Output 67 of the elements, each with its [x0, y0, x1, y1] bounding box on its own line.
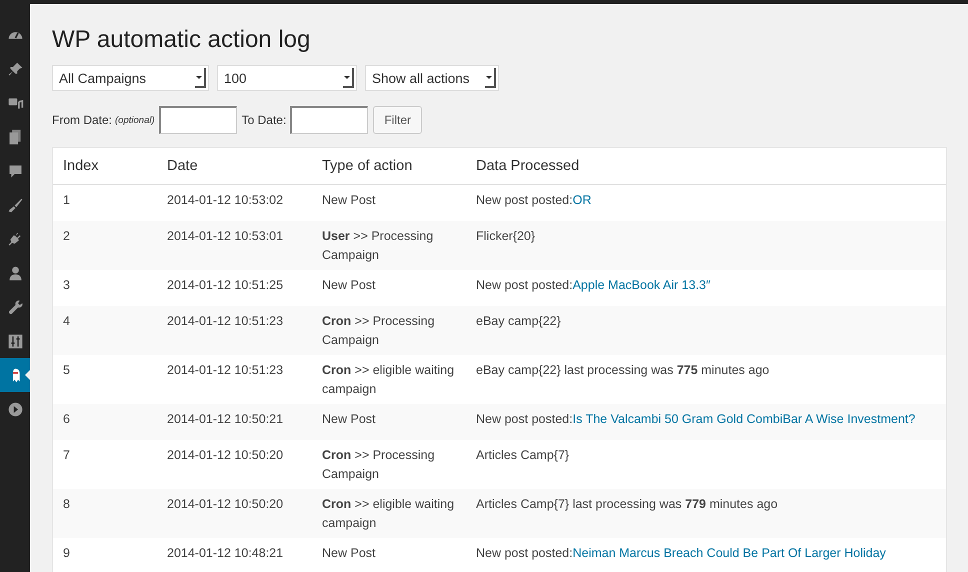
date-input[interactable]	[290, 106, 368, 134]
post-link[interactable]: Is The Valcambi 50 Gram Gold CombiBar A Wise Investment?	[572, 412, 916, 426]
pin-icon	[6, 60, 24, 78]
caret-icon	[485, 68, 496, 88]
dropdown-select[interactable]: All Campaigns	[52, 65, 209, 91]
action-type-text: New Post	[322, 193, 376, 207]
post-link[interactable]: OR	[572, 193, 592, 207]
caret-icon	[343, 68, 354, 88]
optional-hint: (optional)	[115, 114, 155, 126]
index-text: 1	[63, 193, 70, 207]
dropdown-select[interactable]: 100	[217, 65, 357, 91]
data-text: Articles Camp{7}	[476, 448, 570, 462]
action-type-text: New Post	[322, 278, 376, 292]
post-link[interactable]: Neiman Marcus Breach Could Be Part Of Larger Holiday	[572, 546, 886, 560]
filter-button[interactable]: Filter	[373, 106, 422, 134]
person-icon	[6, 264, 24, 282]
data-text: Articles Camp{7} last processing was 779 minutes ago	[476, 497, 778, 511]
date-text: 2014-01-12 10:51:25	[167, 278, 284, 292]
data-text: New post posted:Apple MacBook Air 13.3″	[476, 278, 710, 292]
date-text: 2014-01-12 10:51:23	[167, 314, 284, 328]
index-text: 9	[63, 546, 70, 560]
index-text: 3	[63, 278, 70, 292]
index-text: 8	[63, 497, 70, 511]
date-input[interactable]	[158, 106, 237, 134]
index-text: 7	[63, 448, 70, 462]
date-text: 2014-01-12 10:53:02	[167, 193, 284, 207]
column-header: Data Processed	[475, 157, 580, 176]
index-text: 2	[63, 229, 70, 243]
date-text: 2014-01-12 10:53:01	[167, 229, 284, 243]
action-type-text: New Post	[322, 412, 376, 426]
action-type-text: New Post	[322, 546, 376, 560]
data-text: eBay camp{22} last processing was 775 minutes ago	[476, 363, 770, 377]
plug-icon	[6, 230, 24, 248]
pages-icon	[6, 128, 24, 146]
index-text: 5	[63, 363, 70, 377]
index-text: 6	[63, 412, 70, 426]
data-text: eBay camp{22}	[476, 314, 561, 328]
date-text: 2014-01-12 10:48:21	[167, 546, 284, 560]
dropdown-select[interactable]: Show all actions	[365, 65, 499, 91]
page-title: WP automatic action log	[52, 26, 312, 54]
data-text: New post posted:OR	[476, 193, 592, 207]
data-text: Flicker{20}	[476, 229, 536, 243]
column-header: Date	[166, 157, 199, 176]
date-label: From Date:	[52, 113, 112, 127]
date-text: 2014-01-12 10:50:20	[167, 448, 284, 462]
action-type-text: Cron >> Processing Campaign	[322, 314, 435, 347]
date-text: 2014-01-12 10:50:21	[167, 412, 284, 426]
action-type-text: User >> Processing Campaign	[322, 229, 434, 262]
date-label: To Date:	[242, 113, 286, 127]
speech-bubble-icon	[6, 162, 24, 180]
data-text: New post posted:Neiman Marcus Breach Could Be Part Of Larger Holiday	[476, 546, 886, 560]
action-type-text: Cron >> Processing Campaign	[322, 448, 435, 481]
date-text: 2014-01-12 10:51:23	[167, 363, 284, 377]
wrench-icon	[6, 298, 24, 316]
data-text: New post posted:Is The Valcambi 50 Gram Gold CombiBar A Wise Investment?	[476, 412, 916, 426]
caret-icon	[195, 68, 206, 88]
post-link[interactable]: Apple MacBook Air 13.3″	[572, 278, 710, 292]
date-text: 2014-01-12 10:50:20	[167, 497, 284, 511]
sidebar-item[interactable]	[0, 358, 30, 392]
action-type-text: Cron >> eligible waiting campaign	[322, 497, 454, 530]
sliders-icon	[6, 332, 24, 350]
action-type-text: Cron >> eligible waiting campaign	[322, 363, 454, 396]
index-text: 4	[63, 314, 70, 328]
play-icon	[6, 400, 24, 418]
column-header: Type of action	[321, 157, 414, 176]
column-header: Index	[62, 157, 100, 176]
brush-icon	[6, 196, 24, 214]
